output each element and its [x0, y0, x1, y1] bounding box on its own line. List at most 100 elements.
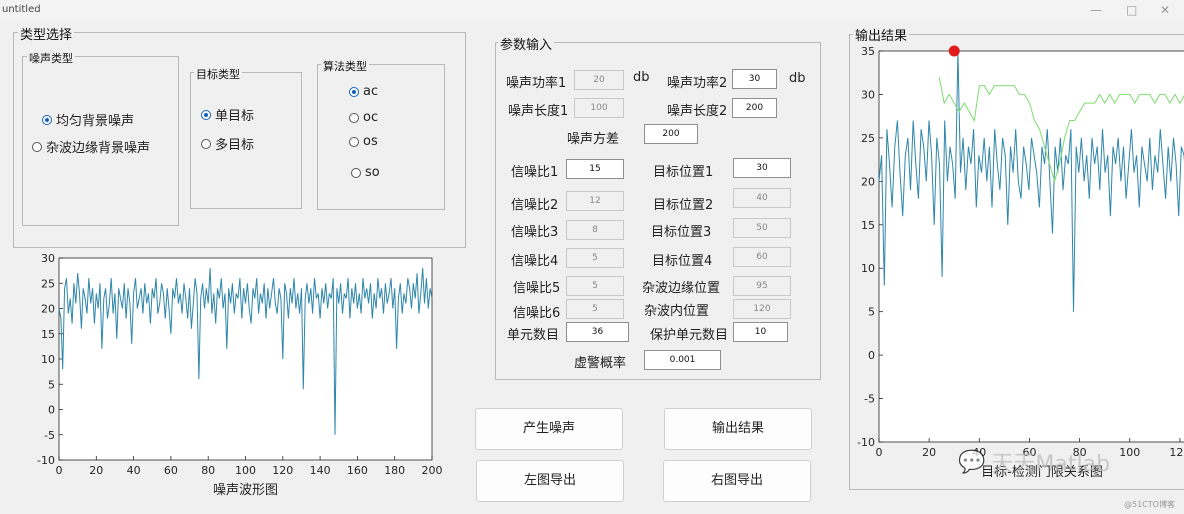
x-tick-label: 20 [89, 464, 103, 477]
snr2-label: 信噪比2 [511, 198, 559, 213]
x-tick-label: 80 [201, 464, 215, 477]
radio-unselected-icon [32, 141, 42, 152]
pfa-input[interactable]: 0.001 [644, 350, 721, 370]
maximize-button[interactable]: □ [1126, 3, 1137, 17]
y-tick-label: 15 [41, 328, 55, 341]
algo-so-radio[interactable]: so [351, 165, 380, 180]
noise-power1-unit: db [633, 70, 650, 85]
watermark-credit: @51CTO博客 [1124, 500, 1175, 509]
x-tick-label: 200 [422, 464, 443, 477]
noise-waveform-chart: 0 20 40 60 80 100 120 140 160 180 200 -10 -5 0 5 10 15 20… [37, 252, 443, 498]
export-right-button[interactable]: 右图导出 [663, 460, 811, 502]
snr5-input[interactable]: 5 [566, 276, 624, 296]
snr3-input[interactable]: 8 [566, 220, 624, 240]
target-pos1-label: 目标位置1 [653, 165, 714, 180]
snr3-label: 信噪比3 [511, 225, 559, 240]
noise-len1-input[interactable]: 100 [574, 98, 624, 118]
x-tick-label: 120 [1169, 446, 1184, 459]
y-tick-label: 5 [48, 378, 55, 391]
snr4-input[interactable]: 5 [566, 248, 624, 268]
guard-count-input[interactable]: 10 [733, 322, 788, 342]
radio-selected-icon [349, 86, 359, 97]
plot-area [58, 257, 433, 461]
noise-power2-input[interactable]: 30 [732, 69, 777, 89]
noise-uniform-label: 均匀背景噪声 [56, 114, 135, 129]
algo-oc-radio[interactable]: oc [349, 110, 378, 125]
y-tick-label: -10 [857, 436, 875, 449]
algo-so-label: so [365, 165, 380, 180]
target-pos1-input[interactable]: 30 [733, 158, 791, 178]
noise-len1-label: 噪声长度1 [508, 104, 569, 119]
algo-os-label: os [363, 134, 378, 149]
target-single-label: 单目标 [215, 109, 255, 124]
x-tick-label: 0 [876, 446, 883, 459]
algo-oc-label: oc [363, 110, 379, 125]
watermark-text: 天天Matlab [991, 452, 1111, 477]
noise-uniform-radio[interactable]: 均匀背景噪声 [42, 110, 134, 129]
snr6-input[interactable]: 5 [566, 299, 624, 319]
export-left-button[interactable]: 左图导出 [476, 460, 624, 502]
noise-type-title: 噪声类型 [27, 50, 75, 66]
y-tick-label: 25 [41, 277, 55, 290]
clutter-inner-label: 杂波内位置 [644, 304, 710, 319]
target-pos2-input[interactable]: 40 [733, 188, 791, 208]
y-tick-label: 5 [868, 306, 875, 319]
target-threshold-chart: 020406080100120-10-505101520253035目标-检测门… [857, 45, 1184, 480]
algo-os-radio[interactable]: os [349, 134, 378, 149]
radio-unselected-icon [351, 167, 361, 178]
target-pos4-input[interactable]: 60 [733, 247, 791, 267]
snr5-label: 信噪比5 [513, 281, 561, 296]
type-selection-title: 类型选择 [18, 24, 75, 43]
target-pos2-label: 目标位置2 [653, 198, 714, 213]
y-tick-label: -5 [44, 429, 55, 442]
algo-ac-label: ac [363, 84, 379, 99]
clutter-edge-input[interactable]: 95 [733, 276, 791, 296]
snr1-label: 信噪比1 [511, 165, 559, 180]
unit-count-input[interactable]: 36 [566, 322, 629, 342]
y-tick-label: 35 [861, 45, 875, 58]
radio-selected-icon [42, 114, 52, 125]
radio-unselected-icon [349, 136, 359, 147]
noise-len2-label: 噪声长度2 [667, 104, 728, 119]
wechat-icon: 💬 [958, 449, 986, 475]
generate-noise-button[interactable]: 产生噪声 [475, 408, 623, 450]
noise-power2-unit: db [789, 71, 806, 86]
target-single-radio[interactable]: 单目标 [201, 105, 254, 124]
snr6-label: 信噪比6 [513, 306, 561, 321]
peak-marker [948, 45, 960, 57]
snr1-input[interactable]: 15 [566, 159, 624, 179]
x-tick-label: 100 [1119, 446, 1140, 459]
x-tick-label: 100 [235, 464, 256, 477]
y-tick-label: 25 [861, 132, 875, 145]
x-tick-label: 180 [384, 464, 405, 477]
target-pos4-label: 目标位置4 [652, 254, 713, 269]
window-title: untitled [2, 4, 41, 15]
y-tick-label: -10 [37, 454, 55, 467]
noise-clutter-edge-radio[interactable]: 杂波边缘背景噪声 [32, 137, 150, 156]
clutter-edge-label: 杂波边缘位置 [642, 281, 721, 296]
y-tick-label: 0 [868, 349, 875, 362]
unit-count-label: 单元数目 [507, 328, 560, 343]
noise-len2-input[interactable]: 200 [732, 98, 777, 118]
radio-unselected-icon [201, 138, 211, 149]
y-tick-label: 10 [41, 353, 55, 366]
title-bar: untitled — □ ✕ [0, 0, 1184, 22]
y-tick-label: -5 [864, 393, 875, 406]
y-tick-label: 20 [861, 175, 875, 188]
y-tick-label: 30 [41, 252, 55, 265]
output-result-button[interactable]: 输出结果 [664, 408, 812, 450]
radio-selected-icon [201, 109, 211, 120]
close-button[interactable]: ✕ [1160, 3, 1170, 17]
algo-ac-radio[interactable]: ac [349, 84, 378, 99]
noise-var-input[interactable]: 200 [644, 124, 698, 144]
target-pos3-input[interactable]: 50 [733, 218, 791, 238]
snr2-input[interactable]: 12 [566, 191, 624, 211]
param-input-title: 参数输入 [498, 34, 555, 53]
noise-power1-input[interactable]: 20 [574, 70, 624, 90]
radio-unselected-icon [349, 112, 359, 123]
y-tick-label: 15 [861, 219, 875, 232]
target-multi-radio[interactable]: 多目标 [201, 134, 254, 153]
minimize-button[interactable]: — [1090, 3, 1102, 17]
target-pos3-label: 目标位置3 [651, 225, 712, 240]
clutter-inner-input[interactable]: 120 [733, 299, 791, 319]
